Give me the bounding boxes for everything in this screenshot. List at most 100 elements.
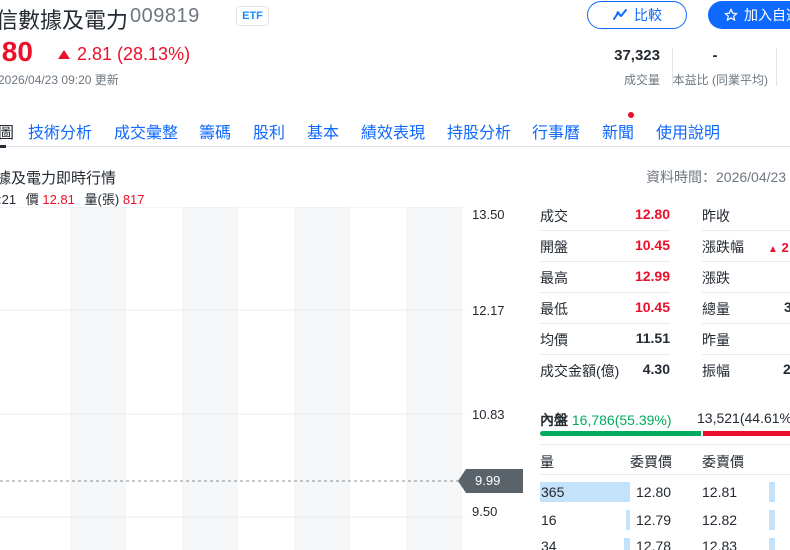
- ask-qty-bar: [769, 510, 775, 530]
- bid-qty-bar: [624, 538, 630, 550]
- quote-label-high: 最高: [540, 270, 568, 286]
- bid-qty: 34: [541, 538, 557, 550]
- amplitude-value: 2: [783, 361, 790, 377]
- y-tick-label: 12.17: [472, 303, 505, 318]
- row-divider: [540, 444, 790, 445]
- ask-price: 12.81: [702, 484, 738, 500]
- tab-trade-summary[interactable]: 成交彙整: [114, 119, 178, 143]
- quote-value-open: 10.45: [634, 237, 670, 253]
- bid-qty: 16: [541, 512, 557, 528]
- outer-pct: (44.61%: [739, 410, 790, 426]
- quote-label-prev-close: 昨收: [702, 208, 730, 224]
- active-tab-indicator: [0, 145, 6, 148]
- tab-basic[interactable]: 基本: [307, 119, 339, 143]
- bid-price: 12.80: [636, 484, 672, 500]
- tab-calendar[interactable]: 行事曆: [532, 119, 580, 143]
- inner-value: 16,786: [571, 412, 615, 428]
- cursor-price-value: 12.81: [42, 192, 75, 207]
- row-divider: [540, 474, 790, 475]
- orderbook-header-ask: 委賣價: [702, 454, 744, 470]
- intraday-chart[interactable]: [0, 207, 465, 550]
- quote-label-change: 漲跌: [702, 270, 730, 286]
- row-divider: [540, 323, 670, 324]
- quote-label-trade: 成交: [540, 208, 568, 224]
- chart-band: [294, 207, 350, 550]
- cursor-info: :21 價 12.81 量(張) 817: [0, 189, 145, 208]
- total-volume-value: 3: [784, 299, 790, 315]
- ask-qty-bar: [769, 482, 775, 502]
- stock-title: 信數據及電力: [0, 8, 129, 33]
- stat-divider: [776, 48, 777, 86]
- tab-technical-analysis[interactable]: 技術分析: [28, 119, 92, 143]
- quote-label-avg: 均價: [540, 332, 568, 348]
- cursor-volume-value: 817: [122, 192, 145, 207]
- volume-value: 37,323: [614, 47, 660, 64]
- cursor-price-label: 價: [25, 192, 39, 207]
- inner-ratio-bar: [540, 431, 701, 436]
- quote-label-change-pct: 漲跌幅: [702, 239, 744, 255]
- data-time: 資料時間：2026/04/23: [646, 169, 787, 185]
- tab-holdings[interactable]: 持股分析: [447, 119, 511, 143]
- y-tick-label: 9.50: [472, 504, 498, 519]
- ask-price: 12.83: [702, 538, 738, 550]
- orderbook-header-bid: 委買價: [630, 454, 672, 470]
- outer-value: 13,521: [697, 410, 740, 426]
- tab-performance[interactable]: 績效表現: [361, 119, 425, 143]
- bid-qty-bar: [626, 510, 630, 530]
- quote-label-amplitude: 振幅: [702, 363, 730, 379]
- quote-value-low: 10.45: [634, 299, 670, 315]
- add-watchlist-button[interactable]: 加入自選: [708, 1, 790, 29]
- stock-code: 009819: [130, 5, 200, 27]
- current-price: .80: [0, 36, 33, 67]
- news-notification-dot: [628, 112, 634, 118]
- volume-label: 成交量: [623, 73, 660, 87]
- compare-label: 比較: [634, 7, 662, 23]
- quote-label-prev-volume: 昨量: [702, 332, 730, 348]
- bid-price: 12.79: [636, 512, 672, 528]
- inner-label: 內盤: [540, 412, 568, 428]
- change-pct-value: ▲ 2: [768, 240, 789, 255]
- quote-label-amount: 成交金額(億): [540, 363, 620, 379]
- compare-button[interactable]: 比較: [587, 1, 687, 29]
- row-divider: [540, 230, 670, 231]
- tab-dividend[interactable]: 股利: [253, 119, 285, 143]
- y-tick-label: 13.50: [472, 207, 505, 222]
- row-divider: [540, 354, 670, 355]
- quote-value-trade: 12.80: [634, 206, 670, 222]
- row-divider: [702, 292, 790, 293]
- price-change-value: 2.81 (28.13%): [77, 44, 191, 64]
- row-divider: [702, 323, 790, 324]
- tab-news[interactable]: 新聞: [602, 119, 634, 143]
- ask-qty-bar: [769, 538, 775, 550]
- chart-band: [70, 207, 126, 550]
- quote-value-avg: 11.51: [635, 330, 670, 346]
- pe-value: -: [712, 47, 718, 64]
- up-arrow-icon: [58, 50, 70, 59]
- price-change: 2.81 (28.13%): [58, 44, 190, 65]
- cursor-time: :21: [0, 192, 17, 207]
- row-divider: [540, 261, 670, 262]
- y-tick-label: 10.83: [472, 407, 505, 422]
- outer-summary: 13,521(44.61%: [697, 410, 790, 426]
- compare-icon: [613, 9, 627, 20]
- quote-value-high: 12.99: [634, 268, 670, 284]
- add-watchlist-label: 加入自選: [744, 7, 790, 23]
- star-icon: [724, 8, 738, 21]
- row-divider: [702, 354, 790, 355]
- tab-chips[interactable]: 籌碼: [199, 119, 231, 143]
- tab-partial[interactable]: 圖: [0, 119, 14, 143]
- row-divider: [540, 292, 670, 293]
- row-divider: [702, 261, 790, 262]
- tab-help[interactable]: 使用說明: [656, 119, 720, 143]
- realtime-quote-title: 據及電力即時行情: [0, 170, 117, 187]
- orderbook-header-qty: 量: [540, 454, 554, 470]
- reference-price-tag: 9.99: [458, 469, 523, 493]
- tab-bar: 圖 技術分析 成交彙整 籌碼 股利 基本 績效表現 持股分析 行事曆 新聞 使用…: [0, 112, 790, 147]
- etf-badge: ETF: [236, 6, 269, 26]
- bid-qty: 365: [541, 484, 565, 500]
- cursor-volume-label: 量(張): [84, 192, 120, 207]
- inner-outer-summary: 內盤 16,786(55.39%): [540, 410, 672, 430]
- chart-band: [182, 207, 238, 550]
- quote-label-open: 開盤: [540, 239, 568, 255]
- chart-band: [406, 207, 462, 550]
